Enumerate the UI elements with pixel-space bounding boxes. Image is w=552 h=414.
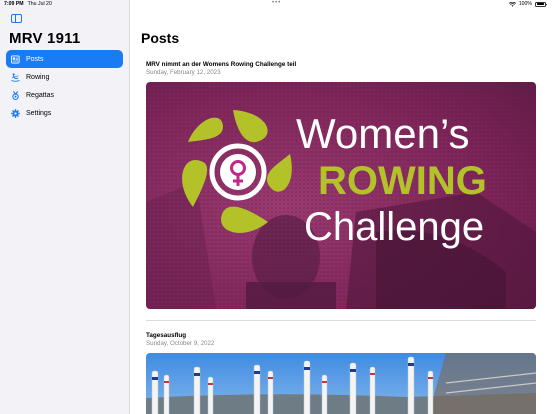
page-title: Posts <box>141 30 180 46</box>
status-date: Thu Jul 20 <box>27 1 52 7</box>
medal-icon <box>11 90 20 100</box>
post-date: Sunday, February 12, 2023 <box>146 69 221 76</box>
app-title: MRV 1911 <box>9 30 81 47</box>
post-divider <box>146 320 536 321</box>
battery-percent: 100% <box>518 1 532 7</box>
banner-text-rowing: ROWING <box>318 159 487 203</box>
multitasking-dots-icon[interactable]: ••• <box>272 0 281 6</box>
status-bar: 7:09 PM Thu Jul 20 ••• 100% <box>0 0 552 9</box>
sidebar-item-label: Settings <box>26 109 52 117</box>
sidebar-item-label: Posts <box>26 55 44 63</box>
post-image-tagesausflug[interactable] <box>146 353 536 414</box>
main-content: Posts MRV nimmt an der Womens Rowing Cha… <box>131 0 552 414</box>
sidebar: MRV 1911 Posts Rowing Regattas Settings <box>0 0 130 414</box>
sidebar-item-label: Rowing <box>26 73 50 81</box>
status-time: 7:09 PM Thu Jul 20 <box>4 1 52 7</box>
sidebar-item-rowing[interactable]: Rowing <box>6 68 123 86</box>
post-card[interactable]: Tagesausflug Sunday, October 9, 2022 <box>146 332 536 414</box>
banner-text-womens: Women’s <box>296 110 470 157</box>
status-right: 100% <box>508 1 547 7</box>
rowing-icon <box>11 72 20 82</box>
post-title: Tagesausflug <box>146 332 187 339</box>
post-title: MRV nimmt an der Womens Rowing Challenge… <box>146 61 297 68</box>
battery-icon <box>535 1 547 7</box>
sidebar-nav: Posts Rowing Regattas Settings <box>6 50 123 122</box>
gear-icon <box>11 108 20 118</box>
banner-text-challenge: Challenge <box>304 205 484 249</box>
wifi-icon <box>508 1 516 7</box>
sidebar-item-settings[interactable]: Settings <box>6 104 123 122</box>
post-date: Sunday, October 9, 2022 <box>146 340 215 347</box>
post-image-womens-rowing-challenge[interactable]: Women’s ROWING Challenge <box>146 82 536 309</box>
newspaper-icon <box>11 54 20 64</box>
sidebar-item-label: Regattas <box>26 91 55 99</box>
post-card[interactable]: MRV nimmt an der Womens Rowing Challenge… <box>146 61 536 309</box>
sidebar-item-posts[interactable]: Posts <box>6 50 123 68</box>
sidebar-toggle-icon[interactable] <box>11 14 22 23</box>
sidebar-item-regattas[interactable]: Regattas <box>6 86 123 104</box>
